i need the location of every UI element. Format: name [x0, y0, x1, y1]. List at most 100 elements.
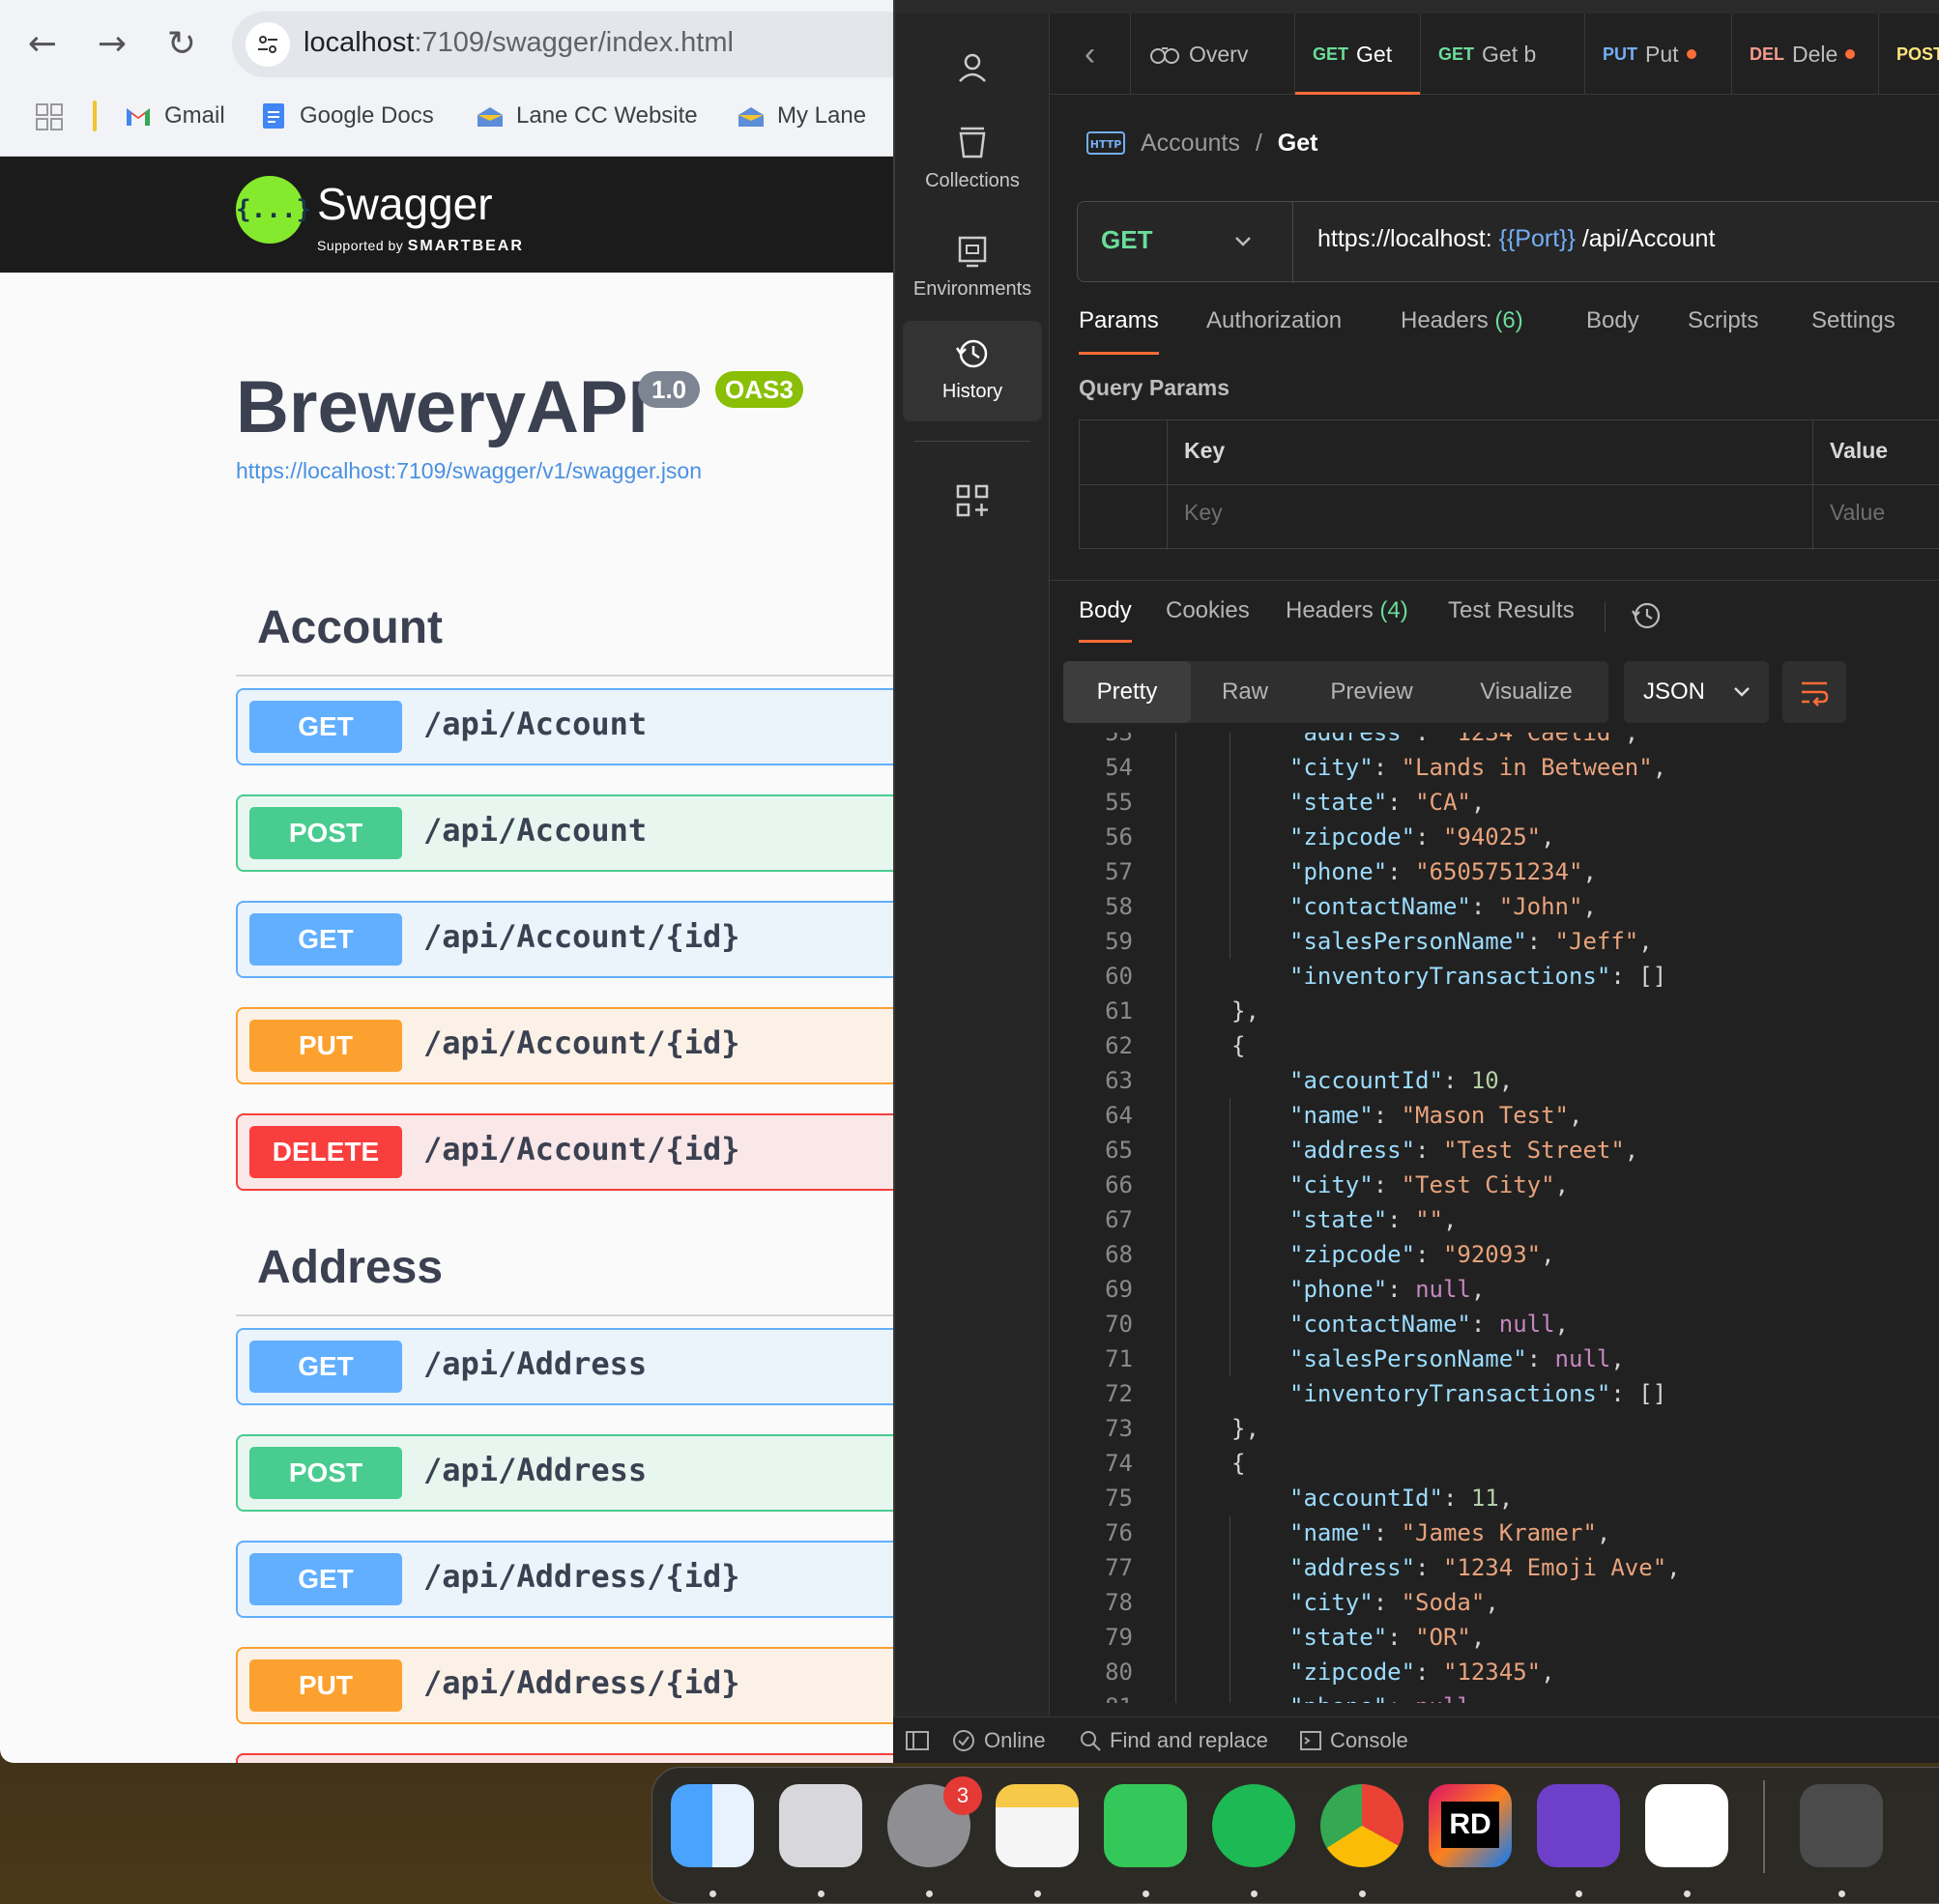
running-indicator	[1838, 1890, 1845, 1897]
spec-link[interactable]: https://localhost:7109/swagger/v1/swagge…	[236, 458, 702, 484]
tab-params[interactable]: Params	[1079, 307, 1159, 355]
tab-body[interactable]: Body	[1586, 307, 1639, 334]
rider-icon[interactable]: RD	[1429, 1784, 1512, 1867]
tab-delete[interactable]: DEL Dele	[1732, 14, 1879, 95]
running-indicator	[1684, 1890, 1691, 1897]
wrap-lines-button[interactable]	[1782, 661, 1846, 723]
language-select[interactable]: JSON	[1624, 661, 1769, 723]
tab-cookies[interactable]: Cookies	[1166, 597, 1250, 624]
table-divider	[1080, 484, 1939, 485]
breadcrumb-request[interactable]: Get	[1278, 130, 1318, 158]
add-workspace-item-icon[interactable]	[953, 481, 992, 520]
forward-arrow-icon[interactable]: →	[89, 21, 135, 68]
method-badge: GET	[249, 1553, 402, 1605]
section-title-address[interactable]: Address	[257, 1241, 443, 1294]
code-line: 58 "contactName": "John",	[1048, 889, 1939, 924]
swagger-logo-icon[interactable]: {...}	[236, 176, 311, 244]
launchpad-icon[interactable]	[779, 1784, 862, 1867]
sidebar-item-history[interactable]: History	[903, 321, 1042, 421]
line-number: 78	[1105, 1589, 1133, 1616]
tab-overview[interactable]: Overv	[1131, 14, 1295, 95]
code-text: "salesPersonName": "Jeff",	[1289, 928, 1653, 955]
code-text: "name": "Mason Test",	[1289, 1102, 1583, 1129]
sublime-text-icon[interactable]	[1800, 1784, 1883, 1867]
find-label: Find and replace	[1110, 1728, 1268, 1752]
tab-pretty[interactable]: Pretty	[1063, 661, 1191, 723]
tab-get[interactable]: GET Get	[1295, 14, 1421, 95]
bookmark-google-docs[interactable]: Google Docs	[259, 95, 434, 137]
console-button[interactable]: Console	[1299, 1727, 1408, 1754]
tab-put[interactable]: PUT Put	[1585, 14, 1732, 95]
response-code-viewer[interactable]: 53 "address": "1234 Caelid", 54 "city": "La…	[1048, 733, 1939, 1703]
chevron-left-icon[interactable]: ‹	[1050, 14, 1131, 95]
tab-response-body[interactable]: Body	[1079, 597, 1132, 643]
operation-path: /api/Account	[423, 812, 648, 849]
find-and-replace[interactable]: Find and replace	[1079, 1727, 1268, 1754]
online-status[interactable]: Online	[951, 1727, 1046, 1754]
line-number: 80	[1105, 1659, 1133, 1686]
user-icon[interactable]	[953, 48, 992, 87]
tab-post[interactable]: POST	[1879, 14, 1939, 95]
tab-headers[interactable]: Headers (6)	[1401, 307, 1523, 334]
sidebar-item-collections[interactable]: Collections	[903, 110, 1042, 211]
url-text: localhost:7109/swagger/index.html	[304, 27, 734, 58]
key-input[interactable]: Key	[1184, 500, 1223, 526]
tab-get-by-id[interactable]: GET Get b	[1421, 14, 1585, 95]
method-select[interactable]: GET	[1101, 225, 1152, 255]
tab-scripts[interactable]: Scripts	[1688, 307, 1758, 334]
visual-studio-icon[interactable]	[1645, 1784, 1728, 1867]
finder-icon[interactable]	[671, 1784, 754, 1867]
sidebar-item-label: History	[941, 381, 1003, 402]
code-line: 69 "phone": null,	[1048, 1272, 1939, 1307]
apps-grid-icon[interactable]	[35, 102, 64, 131]
notes-icon[interactable]	[996, 1784, 1079, 1867]
bookmark-gmail[interactable]: Gmail	[124, 95, 225, 137]
method-badge: GET	[249, 1341, 402, 1393]
back-arrow-icon[interactable]: ←	[19, 21, 66, 68]
code-text: {	[1231, 1450, 1246, 1477]
code-text: "state": "OR",	[1289, 1624, 1486, 1651]
code-line: 61},	[1048, 994, 1939, 1028]
line-number: 70	[1105, 1311, 1133, 1338]
github-desktop-icon[interactable]	[1537, 1784, 1620, 1867]
tab-raw[interactable]: Raw	[1191, 661, 1299, 723]
key-column-header: Key	[1184, 438, 1226, 463]
code-line: 66 "city": "Test City",	[1048, 1168, 1939, 1202]
url-input[interactable]: https://localhost: {{Port}} /api/Account	[1317, 225, 1715, 253]
code-text: "address": "1234 Caelid",	[1289, 733, 1639, 746]
wrap-lines-icon	[1802, 681, 1829, 707]
section-title-account[interactable]: Account	[257, 601, 443, 654]
bookmark-lane-cc[interactable]: Lane CC Website	[476, 95, 698, 137]
environments-icon	[958, 236, 987, 268]
breadcrumb-collection[interactable]: Accounts	[1141, 130, 1240, 158]
sidebar-item-environments[interactable]: Environments	[903, 218, 1042, 319]
chrome-icon[interactable]	[1320, 1784, 1404, 1867]
status-bar: Online Find and replace Console	[893, 1716, 1939, 1763]
bookmark-my-lane[interactable]: My Lane	[737, 95, 866, 137]
tab-response-headers[interactable]: Headers (4)	[1286, 597, 1408, 624]
sidebar-toggle-icon[interactable]	[905, 1727, 930, 1754]
running-indicator	[926, 1890, 933, 1897]
code-line: 53 "address": "1234 Caelid",	[1048, 733, 1939, 750]
sidebar-divider	[914, 441, 1030, 442]
site-settings-icon[interactable]	[246, 22, 290, 67]
running-indicator	[1576, 1890, 1582, 1897]
chevron-down-icon[interactable]	[1229, 227, 1258, 256]
tab-visualize[interactable]: Visualize	[1444, 661, 1608, 723]
tab-authorization[interactable]: Authorization	[1206, 307, 1342, 334]
tab-settings[interactable]: Settings	[1811, 307, 1896, 334]
tab-preview[interactable]: Preview	[1299, 661, 1444, 723]
messages-icon[interactable]	[1104, 1784, 1187, 1867]
code-text: "address": "1234 Emoji Ave",	[1289, 1554, 1681, 1581]
tab-label: Put	[1645, 41, 1679, 67]
code-text: "contactName": "John",	[1289, 893, 1597, 920]
tab-label: Get	[1356, 41, 1393, 67]
reload-icon[interactable]: ↻	[159, 21, 205, 68]
spotify-icon[interactable]	[1212, 1784, 1295, 1867]
response-history-icon[interactable]	[1630, 599, 1663, 632]
tab-label: Get b	[1482, 41, 1537, 67]
value-input[interactable]: Value	[1830, 500, 1885, 526]
http-request-icon: HTTP	[1086, 131, 1125, 155]
method-badge: GET	[249, 913, 402, 966]
tab-test-results[interactable]: Test Results	[1448, 597, 1575, 624]
